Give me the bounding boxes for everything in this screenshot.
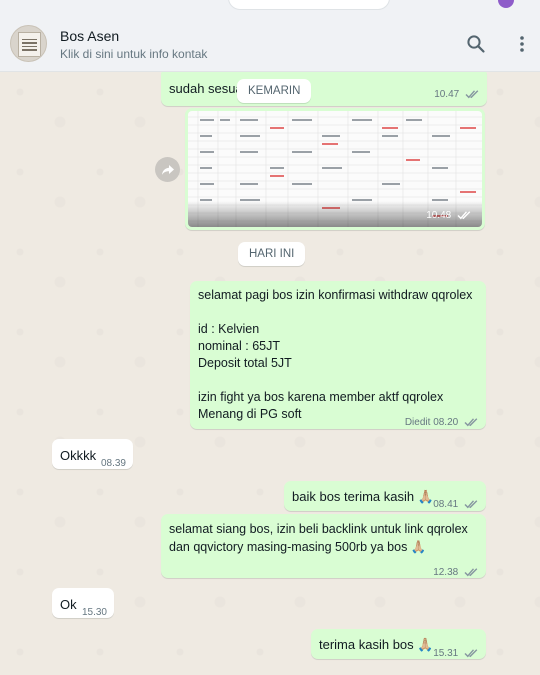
message-line: dan qqvictory masing-masing 500rb ya bos… (169, 540, 427, 554)
message-time: Diedit 08.20 (405, 414, 479, 431)
date-separator-yesterday: KEMARIN (237, 79, 312, 103)
date-separator-today: HARI INI (238, 242, 306, 266)
chat-messages-pane[interactable]: sudah sesua 10.47 KEMARIN 10.48 HARI INI… (0, 72, 540, 675)
message-text: Okkkk (60, 448, 97, 463)
message-text: terima kasih bos 🙏🏼 (319, 637, 434, 652)
message-line: selamat siang bos, izin beli backlink un… (169, 522, 468, 536)
chat-header[interactable]: Bos Asen Klik di sini untuk info kontak (0, 12, 540, 72)
double-check-icon (465, 90, 479, 99)
double-check-icon (464, 568, 478, 577)
contact-avatar[interactable] (10, 25, 47, 62)
message-time: 12.38 (433, 564, 479, 581)
message-time: 08.39 (100, 458, 126, 469)
message-line: nominal : 65JT (198, 339, 280, 353)
message-time: 15.31 (433, 645, 479, 662)
message-bubble-outgoing[interactable]: terima kasih bos 🙏🏼 15.31 (311, 629, 486, 659)
message-bubble-incoming[interactable]: Okkkk 08.39 (52, 439, 133, 469)
message-line: id : Kelvien (198, 322, 260, 336)
message-line-blank (198, 372, 472, 389)
forward-icon[interactable] (155, 157, 180, 182)
spreadsheet-image[interactable]: 10.48 (188, 111, 482, 227)
image-message[interactable]: 10.48 (185, 108, 485, 230)
double-check-icon (457, 211, 471, 220)
message-bubble-outgoing[interactable]: selamat siang bos, izin beli backlink un… (161, 514, 486, 578)
double-check-icon (464, 649, 478, 658)
edited-label: Diedit (404, 417, 431, 428)
message-bubble-outgoing[interactable]: baik bos terima kasih 🙏🏼 08.41 (284, 481, 486, 511)
message-line: selamat pagi bos izin konfirmasi withdra… (198, 288, 473, 302)
message-bubble-outgoing[interactable]: sudah sesua 10.47 (161, 72, 487, 106)
browser-profile-avatar[interactable] (498, 0, 514, 8)
double-check-icon (464, 500, 478, 509)
message-time: 15.30 (81, 607, 107, 618)
message-bubble-outgoing[interactable]: selamat pagi bos izin konfirmasi withdra… (190, 281, 486, 429)
message-bubble-incoming[interactable]: Ok 15.30 (52, 588, 114, 618)
message-text: baik bos terima kasih 🙏🏼 (292, 489, 434, 504)
profile-photo-icon (18, 32, 41, 57)
message-time: 08.41 (433, 496, 479, 513)
message-line: Deposit total 5JT (198, 356, 292, 370)
message-text: sudah sesua (169, 81, 243, 96)
double-check-icon (464, 418, 478, 427)
more-vertical-icon[interactable] (513, 34, 531, 54)
message-line: izin fight ya bos karena member aktf qqr… (198, 390, 444, 404)
browser-address-bar[interactable] (228, 0, 390, 10)
browser-toolbar-edge (0, 0, 540, 12)
message-time: 10.47 (434, 86, 480, 103)
message-line-blank (198, 304, 472, 321)
contact-name[interactable]: Bos Asen (60, 28, 119, 44)
message-time: 10.48 (426, 210, 472, 221)
search-icon[interactable] (466, 34, 486, 54)
contact-info-hint[interactable]: Klik di sini untuk info kontak (60, 47, 207, 61)
message-text: Ok (60, 597, 77, 612)
